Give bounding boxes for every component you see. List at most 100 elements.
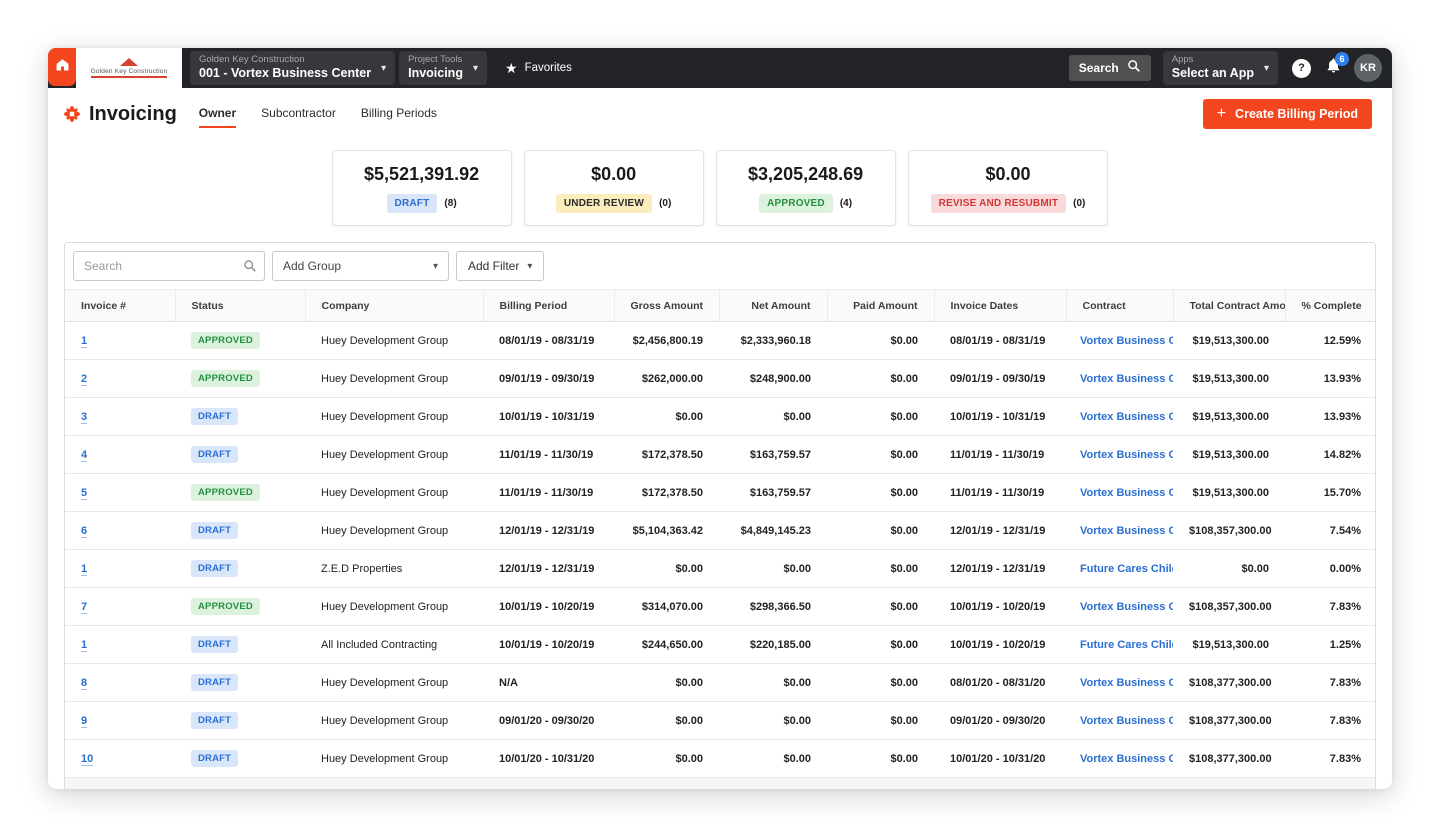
- company-cell: Huey Development Group: [305, 397, 483, 436]
- gross-amount-cell: $244,650.00: [614, 625, 719, 664]
- contract-link[interactable]: Vortex Business Center: [1080, 487, 1173, 499]
- paid-amount-cell: $0.00: [827, 663, 934, 702]
- total-contract-amount-cell: $19,513,300.00: [1173, 397, 1285, 436]
- contract-link[interactable]: Vortex Business Center: [1080, 373, 1173, 385]
- tool-selector[interactable]: Project Tools Invoicing ▾: [399, 51, 487, 85]
- billing-period-cell: 11/01/19 - 11/30/19: [483, 473, 614, 512]
- gross-amount-cell: $172,378.50: [614, 473, 719, 512]
- table-row[interactable]: 2 APPROVED Huey Development Group 09/01/…: [65, 359, 1375, 398]
- percent-complete-cell: 12.59%: [1285, 321, 1375, 360]
- col-gross-amount[interactable]: Gross Amount: [614, 289, 720, 322]
- invoice-dates-cell: 12/01/19 - 12/31/19: [934, 549, 1066, 588]
- status-badge: REVISE AND RESUBMIT: [930, 194, 1067, 213]
- col-total-contract-amount[interactable]: Total Contract Amount: [1173, 289, 1286, 322]
- help-icon[interactable]: ?: [1292, 58, 1311, 78]
- invoice-number-link[interactable]: 1: [81, 334, 88, 348]
- invoice-dates-cell: 10/01/19 - 10/20/19: [934, 625, 1066, 664]
- billing-period-cell: 10/01/20 - 10/31/20: [483, 739, 614, 778]
- logo-roof-icon: [120, 58, 138, 66]
- col-contract[interactable]: Contract: [1066, 289, 1174, 322]
- total-contract-amount-cell: $108,377,300.00: [1173, 701, 1285, 740]
- percent-complete-cell: 0.00%: [1285, 549, 1375, 588]
- table-row[interactable]: 7 APPROVED Huey Development Group 10/01/…: [65, 587, 1375, 626]
- invoice-number-link[interactable]: 1: [81, 562, 88, 576]
- notifications-button[interactable]: 6: [1325, 52, 1349, 79]
- col-invoice-number[interactable]: Invoice #: [65, 289, 176, 322]
- invoice-number-link[interactable]: 1: [81, 638, 88, 652]
- project-selector[interactable]: Golden Key Construction 001 - Vortex Bus…: [190, 51, 396, 85]
- contract-link[interactable]: Vortex Business Center: [1080, 449, 1173, 461]
- contract-link[interactable]: Vortex Business Center: [1080, 753, 1173, 765]
- invoice-number-link[interactable]: 5: [81, 486, 88, 500]
- table-row[interactable]: 1 DRAFT All Included Contracting 10/01/1…: [65, 625, 1375, 664]
- table-row[interactable]: 8 DRAFT Huey Development Group N/A $0.00…: [65, 663, 1375, 702]
- invoice-number-link[interactable]: 9: [81, 714, 88, 728]
- paid-amount-cell: $0.00: [827, 473, 934, 512]
- col-paid-amount[interactable]: Paid Amount: [827, 289, 935, 322]
- col-net-amount[interactable]: Net Amount: [719, 289, 828, 322]
- home-button[interactable]: [48, 48, 76, 86]
- tab-owner[interactable]: Owner: [198, 100, 237, 128]
- percent-complete-cell: 1.25%: [1285, 625, 1375, 664]
- billing-period-cell: 10/01/19 - 10/20/19: [483, 625, 614, 664]
- global-search-button[interactable]: Search: [1068, 55, 1151, 81]
- table-row[interactable]: 6 DRAFT Huey Development Group 12/01/19 …: [65, 511, 1375, 550]
- search-input[interactable]: [73, 251, 265, 281]
- col-invoice-dates[interactable]: Invoice Dates: [934, 289, 1067, 322]
- app-window: Golden Key Construction Golden Key Const…: [48, 48, 1392, 789]
- contract-link[interactable]: Vortex Business Center: [1080, 677, 1173, 689]
- table-row[interactable]: 1 DRAFT Z.E.D Properties 12/01/19 - 12/3…: [65, 549, 1375, 588]
- paid-amount-cell: $0.00: [827, 549, 934, 588]
- table-row[interactable]: 4 DRAFT Huey Development Group 11/01/19 …: [65, 435, 1375, 474]
- invoice-number-link[interactable]: 7: [81, 600, 88, 614]
- contract-link[interactable]: Vortex Business Center: [1080, 715, 1173, 727]
- paid-amount-total: $0.00: [827, 777, 934, 789]
- paid-amount-cell: $0.00: [827, 739, 934, 778]
- invoice-number-link[interactable]: 3: [81, 410, 88, 424]
- avatar[interactable]: KR: [1354, 54, 1382, 82]
- total-contract-amount-cell: $0.00: [1173, 549, 1285, 588]
- summary-amount: $0.00: [985, 164, 1031, 184]
- contract-link[interactable]: Vortex Business Center: [1080, 335, 1173, 347]
- tab-subcontractor[interactable]: Subcontractor: [261, 100, 336, 128]
- tab-bar: Owner Subcontractor Billing Periods: [198, 100, 462, 128]
- contract-link[interactable]: Vortex Business Center: [1080, 525, 1173, 537]
- contract-link[interactable]: Future Cares Children's: [1080, 639, 1173, 651]
- chevron-down-icon: ▾: [432, 260, 438, 272]
- col-status[interactable]: Status: [175, 289, 306, 322]
- table-row[interactable]: 1 APPROVED Huey Development Group 08/01/…: [65, 321, 1375, 360]
- search-icon: [1127, 59, 1141, 78]
- invoice-table-body: 1 APPROVED Huey Development Group 08/01/…: [65, 321, 1375, 778]
- col-percent-complete[interactable]: % Complete: [1285, 289, 1375, 322]
- invoice-number-link[interactable]: 8: [81, 676, 88, 690]
- invoice-number-link[interactable]: 4: [81, 448, 88, 462]
- table-row[interactable]: 10 DRAFT Huey Development Group 10/01/20…: [65, 739, 1375, 778]
- invoice-number-link[interactable]: 6: [81, 524, 88, 538]
- create-billing-period-button[interactable]: + Create Billing Period: [1202, 99, 1372, 129]
- apps-selector[interactable]: Apps Select an App ▾: [1162, 51, 1278, 85]
- add-filter-button[interactable]: Add Filter ▾: [456, 251, 545, 281]
- contract-link[interactable]: Future Cares Children's: [1080, 563, 1173, 575]
- paid-amount-cell: $0.00: [827, 511, 934, 550]
- summary-card-revise-resubmit: $0.00 REVISE AND RESUBMIT (0): [907, 150, 1109, 226]
- gross-amount-cell: $0.00: [614, 739, 719, 778]
- gross-amount-cell: $0.00: [614, 663, 719, 702]
- contract-link[interactable]: Vortex Business Center: [1080, 601, 1173, 613]
- contract-link[interactable]: Vortex Business Center: [1080, 411, 1173, 423]
- add-group-dropdown[interactable]: Add Group ▾: [272, 251, 449, 281]
- col-billing-period[interactable]: Billing Period: [483, 289, 615, 322]
- table-row[interactable]: 3 DRAFT Huey Development Group 10/01/19 …: [65, 397, 1375, 436]
- total-contract-amount-cell: $108,357,300.00: [1173, 587, 1285, 626]
- invoice-dates-cell: 10/01/19 - 10/20/19: [934, 587, 1066, 626]
- percent-complete-cell: 7.83%: [1285, 663, 1375, 702]
- invoice-number-link[interactable]: 10: [81, 752, 94, 766]
- gross-amount-cell: $0.00: [614, 701, 719, 740]
- favorites-button[interactable]: ★ Favorites: [505, 60, 572, 77]
- status-badge: DRAFT: [191, 560, 239, 577]
- net-amount-cell: $0.00: [719, 549, 827, 588]
- invoice-number-link[interactable]: 2: [81, 372, 88, 386]
- table-row[interactable]: 9 DRAFT Huey Development Group 09/01/20 …: [65, 701, 1375, 740]
- col-company[interactable]: Company: [305, 289, 484, 322]
- table-row[interactable]: 5 APPROVED Huey Development Group 11/01/…: [65, 473, 1375, 512]
- tab-billing-periods[interactable]: Billing Periods: [361, 100, 437, 128]
